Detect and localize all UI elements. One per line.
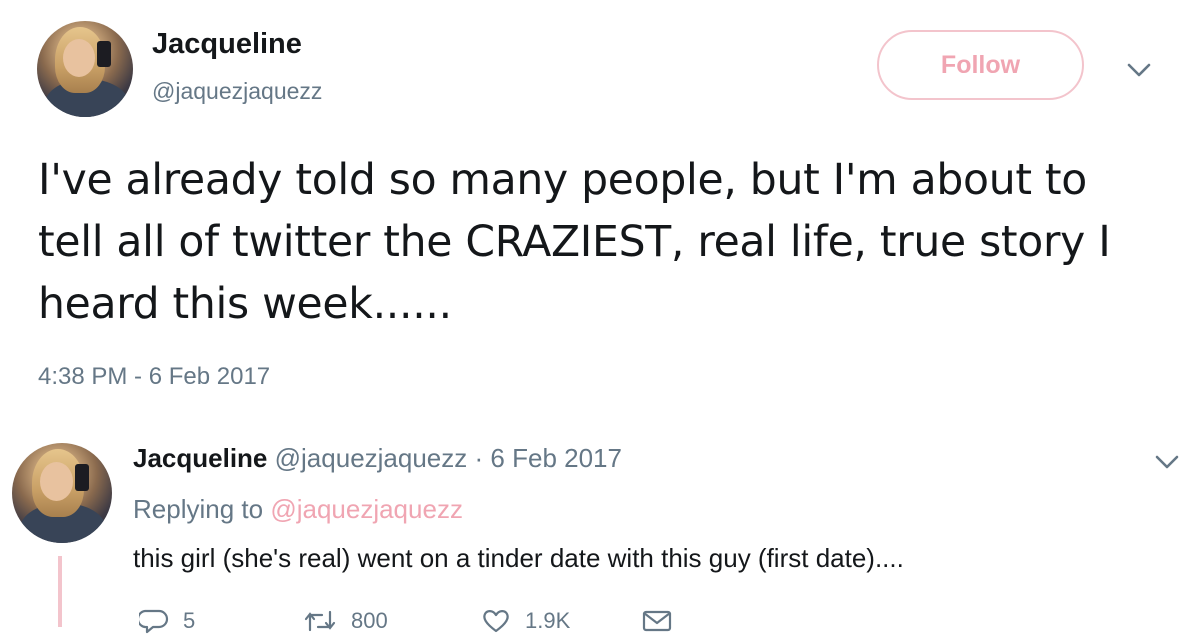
replying-to-label: Replying to [133,494,264,524]
reply-header: Jacqueline @jaquezjaquezz · 6 Feb 2017 [133,443,622,474]
avatar-face [40,462,73,501]
author-handle[interactable]: @jaquezjaquezz [152,78,322,105]
like-count: 1.9K [525,608,571,633]
thread-connector-line [58,556,62,627]
retweet-action-button[interactable]: 800 [303,606,388,636]
avatar[interactable] [37,21,133,117]
reply-author-name[interactable]: Jacqueline [133,443,267,473]
chevron-down-icon[interactable] [1152,452,1182,472]
reply-date-separator: · [474,443,484,473]
comment-icon [139,609,169,634]
reply-author-handle[interactable]: @jaquezjaquezz [275,443,468,473]
replying-to-mention[interactable]: @jaquezjaquezz [270,494,463,524]
reply-date[interactable]: 6 Feb 2017 [490,443,622,473]
avatar-phone [97,41,111,67]
author-display-name[interactable]: Jacqueline [152,28,302,61]
reply-text: this girl (she's real) went on a tinder … [133,543,904,573]
reply-count: 5 [183,608,196,633]
like-action-button[interactable]: 1.9K [481,606,570,636]
reply-avatar[interactable] [12,443,112,543]
direct-message-button[interactable] [641,606,687,636]
tweet-text: I've already told so many people, but I'… [38,156,1111,329]
follow-button[interactable]: Follow [877,30,1084,100]
retweet-icon [304,610,336,632]
replying-to-line: Replying to @jaquezjaquezz [133,494,463,525]
chevron-down-icon[interactable] [1124,60,1154,80]
avatar-face [63,39,95,77]
reply-action-button[interactable]: 5 [139,606,195,636]
retweet-count: 800 [351,608,388,633]
heart-icon [483,610,509,633]
reply-action-bar: 5 800 1.9K [133,606,733,636]
envelope-icon [642,610,672,632]
avatar-phone [75,464,89,491]
tweet-timestamp[interactable]: 4:38 PM - 6 Feb 2017 [38,363,270,391]
